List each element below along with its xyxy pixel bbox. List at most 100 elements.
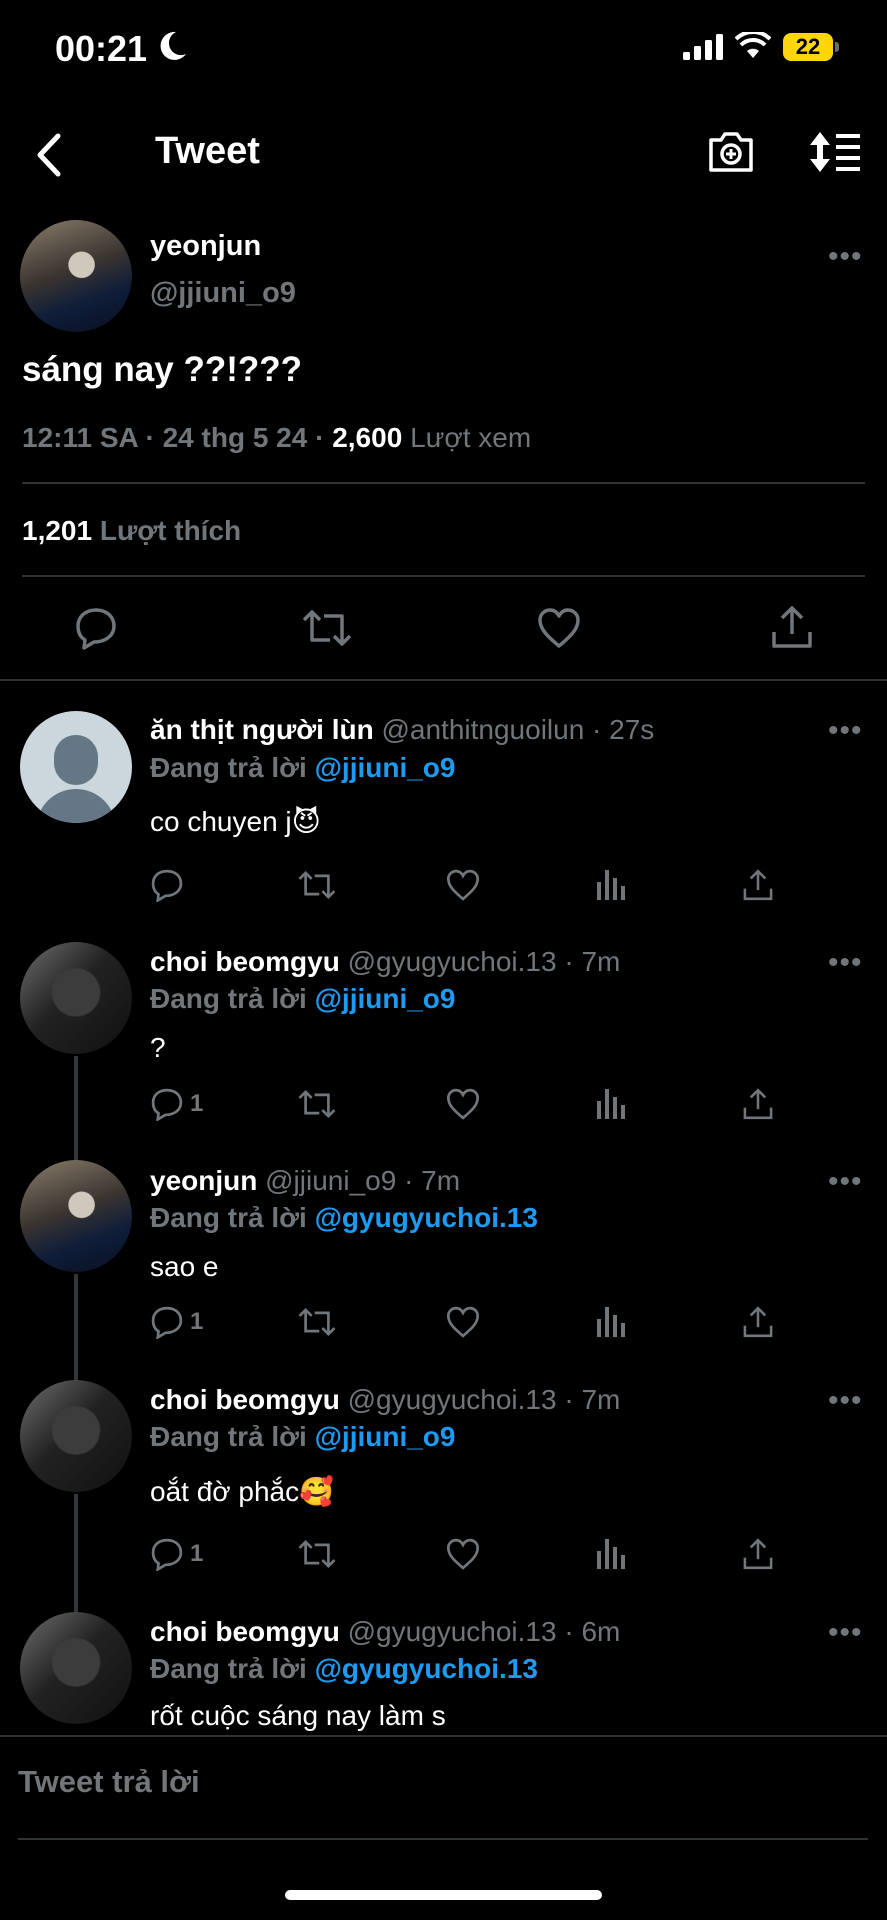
page-title: Tweet bbox=[155, 130, 260, 172]
reply-header[interactable]: choi beomgyu @gyugyuchoi.13 · 7m bbox=[150, 946, 620, 978]
like-icon[interactable] bbox=[446, 868, 480, 902]
thread-line bbox=[74, 1056, 78, 1166]
reply-icon[interactable]: 1 bbox=[150, 1537, 203, 1571]
divider bbox=[18, 1838, 868, 1840]
avatar[interactable] bbox=[20, 942, 132, 1054]
reply-icon[interactable]: 1 bbox=[150, 1305, 203, 1339]
likes-label: Lượt thích bbox=[99, 515, 242, 546]
status-time: 00:21 bbox=[55, 28, 148, 69]
share-icon[interactable] bbox=[770, 604, 814, 655]
reply-count: 1 bbox=[190, 1308, 204, 1335]
more-icon[interactable]: ••• bbox=[828, 946, 863, 980]
divider bbox=[0, 679, 887, 681]
reply-compose-input[interactable]: Tweet trả lời bbox=[18, 1764, 200, 1800]
moon-icon bbox=[158, 30, 188, 67]
reply-author-name: yeonjun bbox=[150, 1165, 258, 1196]
more-icon[interactable]: ••• bbox=[828, 714, 863, 748]
likes-row[interactable]: 1,201 Lượt thích bbox=[22, 515, 241, 547]
reply-icon[interactable]: 1 bbox=[150, 1087, 203, 1121]
share-icon[interactable] bbox=[742, 1305, 774, 1339]
views-count: 2,600 bbox=[332, 422, 403, 453]
reply-header[interactable]: choi beomgyu @gyugyuchoi.13 · 7m bbox=[150, 1384, 620, 1416]
divider bbox=[22, 575, 865, 577]
back-icon[interactable] bbox=[30, 132, 66, 183]
avatar[interactable] bbox=[20, 1380, 132, 1492]
replying-to: Đang trả lời @gyugyuchoi.13 bbox=[150, 1653, 538, 1685]
avatar[interactable] bbox=[20, 1612, 132, 1724]
share-icon[interactable] bbox=[742, 1087, 774, 1121]
more-icon[interactable]: ••• bbox=[828, 1165, 863, 1199]
views-icon[interactable] bbox=[596, 1537, 626, 1569]
replying-handle[interactable]: @jjiuni_o9 bbox=[315, 983, 456, 1014]
replying-handle[interactable]: @jjiuni_o9 bbox=[315, 1421, 456, 1452]
share-icon[interactable] bbox=[742, 1537, 774, 1571]
like-icon[interactable] bbox=[537, 606, 581, 655]
views-label: Lượt xem bbox=[410, 422, 532, 453]
reply-meta: @gyugyuchoi.13 · 7m bbox=[347, 946, 621, 977]
more-icon[interactable]: ••• bbox=[828, 240, 863, 274]
author-handle[interactable]: @jjiuni_o9 bbox=[150, 277, 296, 310]
views-icon[interactable] bbox=[596, 1305, 626, 1337]
battery-tip bbox=[835, 42, 839, 52]
reply-text: rốt cuộc sáng nay làm s bbox=[150, 1700, 446, 1731]
avatar[interactable] bbox=[20, 711, 132, 823]
reply-text: sao e bbox=[150, 1251, 219, 1282]
replying-handle[interactable]: @jjiuni_o9 bbox=[315, 752, 456, 783]
replying-to: Đang trả lời @jjiuni_o9 bbox=[150, 1421, 455, 1453]
replying-to: Đang trả lời @jjiuni_o9 bbox=[150, 752, 455, 784]
replying-to: Đang trả lời @jjiuni_o9 bbox=[150, 983, 455, 1015]
tweet-text: sáng nay ??!??? bbox=[22, 350, 302, 389]
avatar[interactable] bbox=[20, 220, 132, 332]
thread-line bbox=[74, 1274, 78, 1384]
reply-author-name: choi beomgyu bbox=[150, 1384, 340, 1415]
retweet-icon[interactable] bbox=[302, 606, 352, 655]
reply-count: 1 bbox=[190, 1090, 204, 1117]
wifi-icon bbox=[734, 29, 772, 65]
replying-handle[interactable]: @gyugyuchoi.13 bbox=[315, 1653, 538, 1684]
reply-author-name: ăn thịt người lùn bbox=[150, 714, 374, 745]
reply-meta: @gyugyuchoi.13 · 7m bbox=[347, 1384, 621, 1415]
retweet-icon[interactable] bbox=[298, 1537, 336, 1571]
reply-header[interactable]: choi beomgyu @gyugyuchoi.13 · 6m bbox=[150, 1616, 620, 1648]
reply-text: co chuyen j😈 bbox=[150, 806, 321, 837]
replying-label: Đang trả lời bbox=[150, 983, 307, 1014]
views-icon[interactable] bbox=[596, 1087, 626, 1119]
reply-header[interactable]: ăn thịt người lùn @anthitnguoilun · 27s bbox=[150, 714, 654, 746]
reply-header[interactable]: yeonjun @jjiuni_o9 · 7m bbox=[150, 1165, 460, 1197]
replying-label: Đang trả lời bbox=[150, 1653, 307, 1684]
reply-count: 1 bbox=[190, 1540, 204, 1567]
reply-author-name: choi beomgyu bbox=[150, 1616, 340, 1647]
reply-meta: @anthitnguoilun · 27s bbox=[381, 714, 655, 745]
likes-count: 1,201 bbox=[22, 515, 93, 546]
thread-line bbox=[74, 1494, 78, 1614]
replying-label: Đang trả lời bbox=[150, 752, 307, 783]
replying-to: Đang trả lời @gyugyuchoi.13 bbox=[150, 1202, 538, 1234]
sort-icon[interactable] bbox=[808, 130, 862, 179]
status-bar: 00:21 22 bbox=[0, 0, 887, 100]
replying-label: Đang trả lời bbox=[150, 1202, 307, 1233]
camera-plus-icon[interactable] bbox=[707, 130, 755, 179]
avatar[interactable] bbox=[20, 1160, 132, 1272]
reply-author-name: choi beomgyu bbox=[150, 946, 340, 977]
tweet-meta: 12:11 SA · 24 thg 5 24 · 2,600 Lượt xem bbox=[22, 422, 531, 454]
home-indicator bbox=[285, 1890, 602, 1900]
more-icon[interactable]: ••• bbox=[828, 1616, 863, 1650]
reply-meta: @gyugyuchoi.13 · 6m bbox=[347, 1616, 621, 1647]
retweet-icon[interactable] bbox=[298, 1087, 336, 1121]
battery-indicator: 22 bbox=[783, 33, 833, 61]
like-icon[interactable] bbox=[446, 1537, 480, 1571]
share-icon[interactable] bbox=[742, 868, 774, 902]
like-icon[interactable] bbox=[446, 1087, 480, 1121]
reply-icon[interactable] bbox=[150, 868, 190, 902]
like-icon[interactable] bbox=[446, 1305, 480, 1339]
signal-icon bbox=[683, 34, 725, 65]
retweet-icon[interactable] bbox=[298, 1305, 336, 1339]
views-icon[interactable] bbox=[596, 868, 626, 900]
reply-text: ? bbox=[150, 1032, 166, 1063]
retweet-icon[interactable] bbox=[298, 868, 336, 902]
more-icon[interactable]: ••• bbox=[828, 1384, 863, 1418]
reply-meta: @jjiuni_o9 · 7m bbox=[265, 1165, 461, 1196]
reply-icon[interactable] bbox=[74, 606, 118, 655]
author-name[interactable]: yeonjun bbox=[150, 230, 261, 263]
replying-handle[interactable]: @gyugyuchoi.13 bbox=[315, 1202, 538, 1233]
